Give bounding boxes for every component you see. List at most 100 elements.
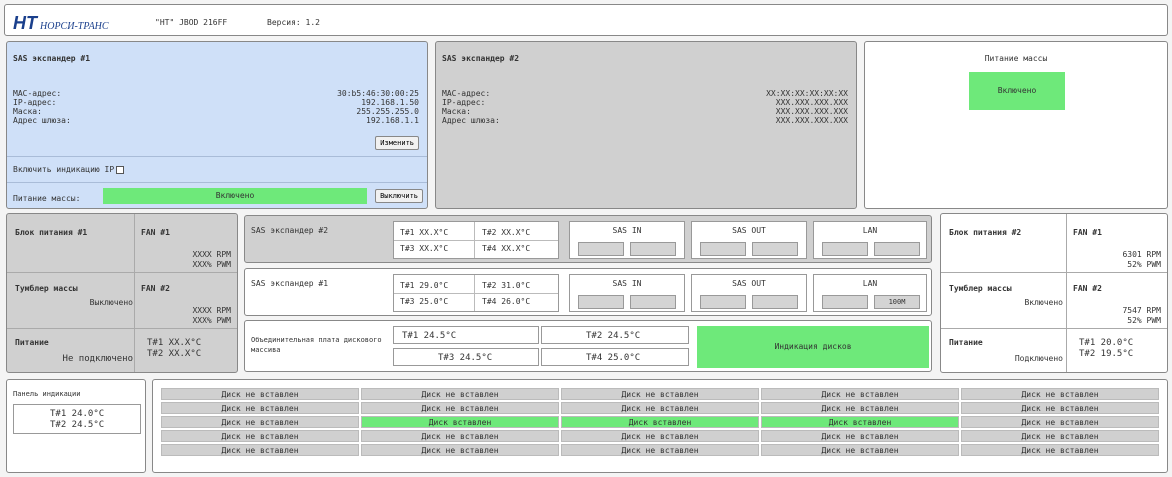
disk-slot[interactable]: Диск не вставлен — [761, 444, 959, 456]
power-off-button[interactable]: Выключить — [375, 189, 423, 203]
mask-value: XXX.XXX.XXX.XXX — [775, 107, 848, 116]
sas-out-link-1 — [700, 242, 746, 256]
gateway-value: 192.168.1.1 — [366, 116, 419, 125]
psu-1-panel: Блок питания #1 FAN #1 XXXX RPM XXX% PWM… — [6, 213, 238, 373]
sas-in-link-2 — [630, 295, 676, 309]
header-bar: HT НОРСИ-ТРАНС "НТ" JBOD 216FF Версия: 1… — [4, 4, 1168, 36]
divider — [7, 328, 237, 329]
disk-slot[interactable]: Диск вставлен — [361, 416, 559, 428]
lan-label: LAN — [862, 279, 878, 288]
fan-1-pwm: 52% PWM — [1127, 260, 1161, 269]
sas-in-port: SAS IN — [569, 221, 685, 259]
sas-in-label: SAS IN — [612, 279, 642, 288]
disk-slot[interactable]: Диск не вставлен — [561, 430, 759, 442]
disk-slot[interactable]: Диск не вставлен — [961, 402, 1159, 414]
row-title: SAS экспандер #1 — [251, 279, 329, 288]
version-label: Версия: 1.2 — [267, 18, 320, 27]
fan-1-label: FAN #1 — [1073, 228, 1102, 237]
disk-slot[interactable]: Диск не вставлен — [161, 388, 359, 400]
lan-port: LAN — [813, 221, 927, 259]
panel-title: SAS экспандер #2 — [442, 54, 520, 63]
sas-expander-2-status-row: SAS экспандер #2 T#1 XX.X°C T#2 XX.X°C T… — [244, 215, 932, 263]
row-title: SAS экспандер #2 — [251, 226, 329, 235]
disk-slot[interactable]: Диск не вставлен — [961, 430, 1159, 442]
disk-slot[interactable]: Диск не вставлен — [361, 402, 559, 414]
disk-slot[interactable]: Диск не вставлен — [761, 402, 959, 414]
disk-grid-panel: Диск не вставлен Диск не вставлен Диск не … — [152, 379, 1168, 473]
temp-2: T#2 31.0°C — [482, 281, 531, 290]
disk-slot[interactable]: Диск вставлен — [561, 416, 759, 428]
lan-label: LAN — [862, 226, 878, 235]
temp-2: T#2 19.5°C — [1079, 349, 1134, 359]
divider — [7, 272, 237, 273]
disk-slot[interactable]: Диск не вставлен — [361, 444, 559, 456]
psu-2-panel: Блок питания #2 FAN #1 6301 RPM 52% PWM … — [940, 213, 1168, 373]
temp-1: T#1 24.0°C — [50, 409, 105, 419]
indicator-panel-title: Панель индикации — [13, 390, 81, 398]
fan-1-rpm: XXXX RPM — [192, 250, 231, 259]
disk-slot[interactable]: Диск не вставлен — [361, 388, 559, 400]
ip-value: 192.168.1.50 — [361, 98, 419, 107]
temp-2: T#2 24.5°C — [586, 331, 641, 341]
disk-slot[interactable]: Диск не вставлен — [161, 416, 359, 428]
disk-slot[interactable]: Диск не вставлен — [161, 402, 359, 414]
sas-out-link-1 — [700, 295, 746, 309]
disk-slot[interactable]: Диск не вставлен — [561, 388, 759, 400]
sas-out-label: SAS OUT — [732, 279, 766, 288]
lan-speed — [874, 242, 920, 256]
mac-label: MAC-адрес: — [442, 89, 491, 98]
switch-title: Тумблер массы — [949, 284, 1012, 293]
power-state: Не подключено — [62, 354, 133, 364]
logo-mark: HT — [13, 13, 37, 33]
power-title: Питание — [15, 338, 49, 347]
temp-4: T#4 25.0°C — [586, 353, 641, 363]
disk-slot[interactable]: Диск вставлен — [761, 416, 959, 428]
disk-slot[interactable]: Диск не вставлен — [961, 416, 1159, 428]
ip-value: XXX.XXX.XXX.XXX — [775, 98, 848, 107]
ip-indication-checkbox[interactable] — [116, 165, 125, 174]
psu-2-left-col — [941, 214, 1067, 372]
sas-out-link-2 — [752, 242, 798, 256]
change-network-button[interactable]: Изменить — [375, 136, 419, 150]
disk-slot[interactable]: Диск не вставлен — [961, 388, 1159, 400]
disk-indication-button[interactable]: Индикация дисков — [697, 326, 929, 368]
sas-out-port: SAS OUT — [691, 221, 807, 259]
panel-title: SAS экспандер #1 — [13, 54, 91, 63]
gateway-label: Адрес шлюза: — [442, 116, 500, 125]
gateway-label: Адрес шлюза: — [13, 116, 71, 125]
sas-in-port: SAS IN — [569, 274, 685, 312]
fan-2-rpm: XXXX RPM — [192, 306, 231, 315]
divider — [941, 272, 1167, 273]
temp-3: T#3 XX.X°C — [400, 244, 449, 253]
disk-row: Диск не вставлен Диск не вставлен Диск не … — [161, 444, 1159, 456]
mask-label: Маска: — [13, 107, 42, 116]
power-title: Питание — [949, 338, 983, 347]
fan-2-label: FAN #2 — [1073, 284, 1102, 293]
lan-link — [822, 242, 868, 256]
disk-slot[interactable]: Диск не вставлен — [361, 430, 559, 442]
fan-2-rpm: 7547 RPM — [1122, 306, 1161, 315]
gateway-value: XXX.XXX.XXX.XXX — [775, 116, 848, 125]
disk-slot[interactable]: Диск не вставлен — [561, 444, 759, 456]
disk-slot[interactable]: Диск не вставлен — [161, 430, 359, 442]
array-power-status: Включено — [103, 188, 367, 204]
fan-2-label: FAN #2 — [141, 284, 170, 293]
mask-value: 255.255.255.0 — [356, 107, 419, 116]
psu-1-left-col — [7, 214, 135, 372]
disk-slot[interactable]: Диск не вставлен — [161, 444, 359, 456]
ip-label: IP-адрес: — [13, 98, 57, 107]
array-power-label: Питание массы: — [13, 194, 81, 203]
disk-slot[interactable]: Диск не вставлен — [961, 444, 1159, 456]
power-state: Подключено — [1014, 354, 1063, 363]
disk-slot[interactable]: Диск не вставлен — [561, 402, 759, 414]
switch-state: Выключено — [89, 298, 133, 307]
ip-indication-row: Включить индикацию IP — [13, 165, 125, 174]
fan-1-pwm: XXX% PWM — [192, 260, 231, 269]
product-name: "НТ" JBOD 216FF — [155, 18, 228, 27]
disk-row: Диск не вставлен Диск не вставлен Диск не … — [161, 402, 1159, 414]
grid-line — [394, 240, 558, 241]
disk-slot[interactable]: Диск не вставлен — [761, 430, 959, 442]
disk-slot[interactable]: Диск не вставлен — [761, 388, 959, 400]
sas-out-link-2 — [752, 295, 798, 309]
sas-expander-1-network-panel: SAS экспандер #1 MAC-адрес: 30:b5:46:30:… — [6, 41, 428, 209]
